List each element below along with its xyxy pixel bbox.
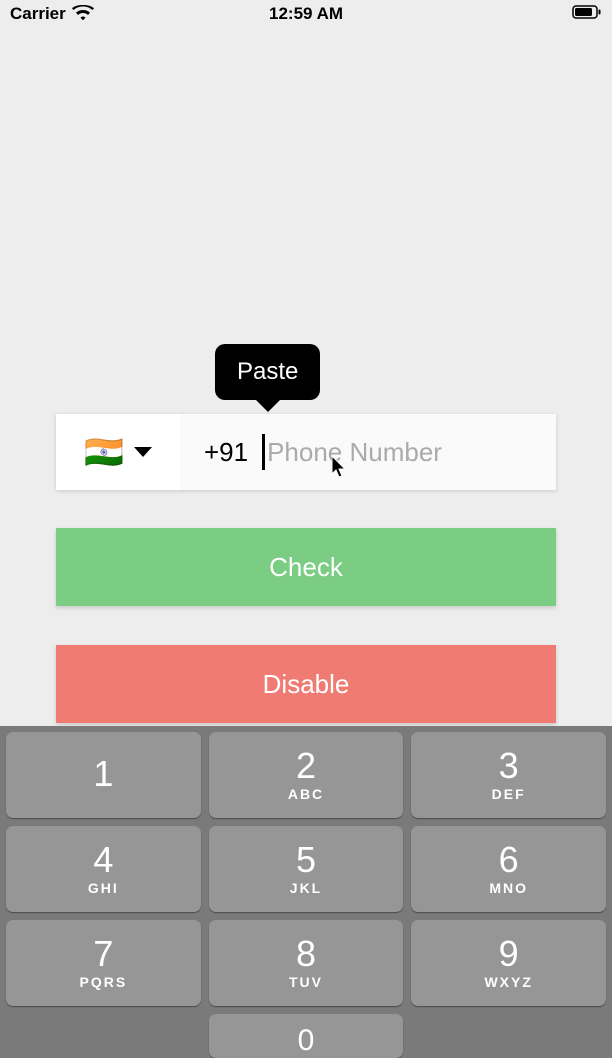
key-digit: 6 xyxy=(499,842,519,878)
dial-code-label: +91 xyxy=(180,437,262,468)
mouse-pointer-icon xyxy=(332,456,350,485)
key-letters: GHI xyxy=(88,880,119,896)
paste-tooltip-label: Paste xyxy=(237,358,298,385)
key-letters: JKL xyxy=(290,880,322,896)
key-digit: 9 xyxy=(499,936,519,972)
key-letters: WXYZ xyxy=(484,974,532,990)
chevron-down-icon xyxy=(134,447,152,457)
key-digit: 3 xyxy=(499,748,519,784)
keyboard-row: 0 xyxy=(6,1014,606,1058)
keyboard-row: 7 PQRS 8 TUV 9 WXYZ xyxy=(6,920,606,1006)
key-blank xyxy=(411,1014,606,1058)
key-1[interactable]: 1 xyxy=(6,732,201,818)
key-letters: ABC xyxy=(288,786,324,802)
key-blank xyxy=(6,1014,201,1058)
key-digit: 7 xyxy=(93,936,113,972)
wifi-icon xyxy=(72,4,94,25)
key-digit: 4 xyxy=(93,842,113,878)
key-2[interactable]: 2 ABC xyxy=(209,732,404,818)
status-bar-time: 12:59 AM xyxy=(269,4,343,24)
status-bar-left: Carrier xyxy=(10,4,94,25)
key-0[interactable]: 0 xyxy=(209,1014,404,1058)
key-digit: 8 xyxy=(296,936,316,972)
key-letters: MNO xyxy=(489,880,528,896)
check-button[interactable]: Check xyxy=(56,528,556,606)
key-digit: 1 xyxy=(93,756,113,792)
key-digit: 5 xyxy=(296,842,316,878)
text-cursor xyxy=(262,434,265,470)
keyboard-row: 4 GHI 5 JKL 6 MNO xyxy=(6,826,606,912)
key-letters: TUV xyxy=(289,974,323,990)
disable-button[interactable]: Disable xyxy=(56,645,556,723)
key-3[interactable]: 3 DEF xyxy=(411,732,606,818)
key-5[interactable]: 5 JKL xyxy=(209,826,404,912)
key-6[interactable]: 6 MNO xyxy=(411,826,606,912)
numeric-keyboard: 1 2 ABC 3 DEF 4 GHI 5 JKL 6 MNO 7 PQRS xyxy=(0,726,612,1058)
key-letters: DEF xyxy=(492,786,526,802)
key-digit: 0 xyxy=(298,1026,315,1056)
key-4[interactable]: 4 GHI xyxy=(6,826,201,912)
carrier-label: Carrier xyxy=(10,4,66,24)
country-flag-icon: 🇮🇳 xyxy=(84,433,124,471)
phone-field-wrapper xyxy=(262,434,556,470)
key-digit: 2 xyxy=(296,748,316,784)
paste-tooltip[interactable]: Paste xyxy=(215,344,320,400)
battery-icon xyxy=(572,4,602,24)
status-bar-right xyxy=(572,4,602,24)
key-8[interactable]: 8 TUV xyxy=(209,920,404,1006)
keyboard-row: 1 2 ABC 3 DEF xyxy=(6,732,606,818)
key-letters: PQRS xyxy=(79,974,127,990)
disable-button-label: Disable xyxy=(263,669,350,700)
country-selector[interactable]: 🇮🇳 xyxy=(56,414,180,490)
phone-number-input[interactable] xyxy=(267,437,556,468)
status-bar: Carrier 12:59 AM xyxy=(0,0,612,28)
key-9[interactable]: 9 WXYZ xyxy=(411,920,606,1006)
phone-input-container: 🇮🇳 +91 xyxy=(56,414,556,490)
check-button-label: Check xyxy=(269,552,343,583)
key-7[interactable]: 7 PQRS xyxy=(6,920,201,1006)
